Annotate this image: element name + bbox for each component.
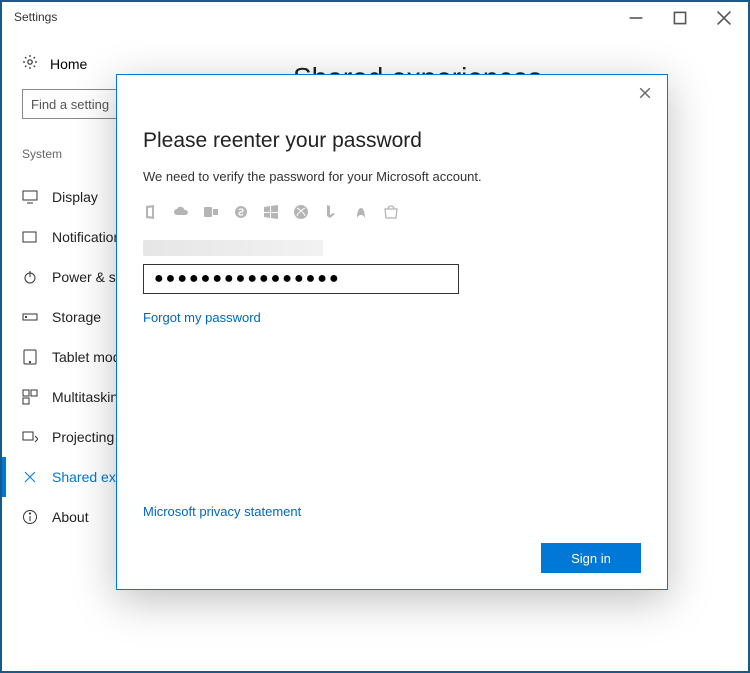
minimize-button[interactable] bbox=[614, 4, 658, 32]
monitor-icon bbox=[22, 189, 38, 205]
outlook-icon bbox=[203, 204, 219, 220]
tablet-icon bbox=[22, 349, 38, 365]
search-placeholder: Find a setting bbox=[31, 97, 109, 112]
modal-subtext: We need to verify the password for your … bbox=[143, 169, 641, 184]
storage-icon bbox=[22, 309, 38, 325]
notifications-icon bbox=[22, 229, 38, 245]
onedrive-icon bbox=[173, 204, 189, 220]
modal-close-button[interactable] bbox=[625, 77, 665, 109]
forgot-password-link[interactable]: Forgot my password bbox=[143, 310, 641, 325]
gear-icon bbox=[22, 54, 38, 73]
email-redacted bbox=[143, 240, 323, 256]
modal-body: Please reenter your password We need to … bbox=[117, 75, 667, 589]
password-modal: Please reenter your password We need to … bbox=[116, 74, 668, 590]
office-icon bbox=[143, 204, 159, 220]
nav-label: About bbox=[52, 509, 89, 525]
signin-button[interactable]: Sign in bbox=[541, 543, 641, 573]
nav-label: Tablet mod bbox=[52, 349, 120, 365]
shared-icon bbox=[22, 469, 38, 485]
window-controls bbox=[614, 4, 746, 32]
close-button[interactable] bbox=[702, 4, 746, 32]
service-icons bbox=[143, 202, 641, 222]
home-row[interactable]: Home bbox=[22, 54, 227, 73]
store-icon bbox=[383, 204, 399, 220]
nav-label: Display bbox=[52, 189, 98, 205]
password-value: ●●●●●●●●●●●●●●●● bbox=[154, 270, 341, 288]
windows-icon bbox=[263, 204, 279, 220]
nav-label: Multitaskin bbox=[52, 389, 118, 405]
nav-label: Storage bbox=[52, 309, 101, 325]
home-label: Home bbox=[50, 56, 87, 72]
modal-footer: Microsoft privacy statement Sign in bbox=[143, 504, 641, 573]
bing-icon bbox=[323, 204, 339, 220]
xbox-icon bbox=[293, 204, 309, 220]
privacy-link[interactable]: Microsoft privacy statement bbox=[143, 504, 641, 519]
nav-label: Shared exp bbox=[52, 469, 124, 485]
info-icon bbox=[22, 509, 38, 525]
modal-title: Please reenter your password bbox=[143, 129, 641, 153]
window-title: Settings bbox=[14, 10, 57, 24]
projecting-icon bbox=[22, 429, 38, 445]
skype-icon bbox=[233, 204, 249, 220]
maximize-button[interactable] bbox=[658, 4, 702, 32]
nav-label: Projecting t bbox=[52, 429, 122, 445]
msn-icon bbox=[353, 204, 369, 220]
password-input[interactable]: ●●●●●●●●●●●●●●●● bbox=[143, 264, 459, 294]
power-icon bbox=[22, 269, 38, 285]
multitasking-icon bbox=[22, 389, 38, 405]
